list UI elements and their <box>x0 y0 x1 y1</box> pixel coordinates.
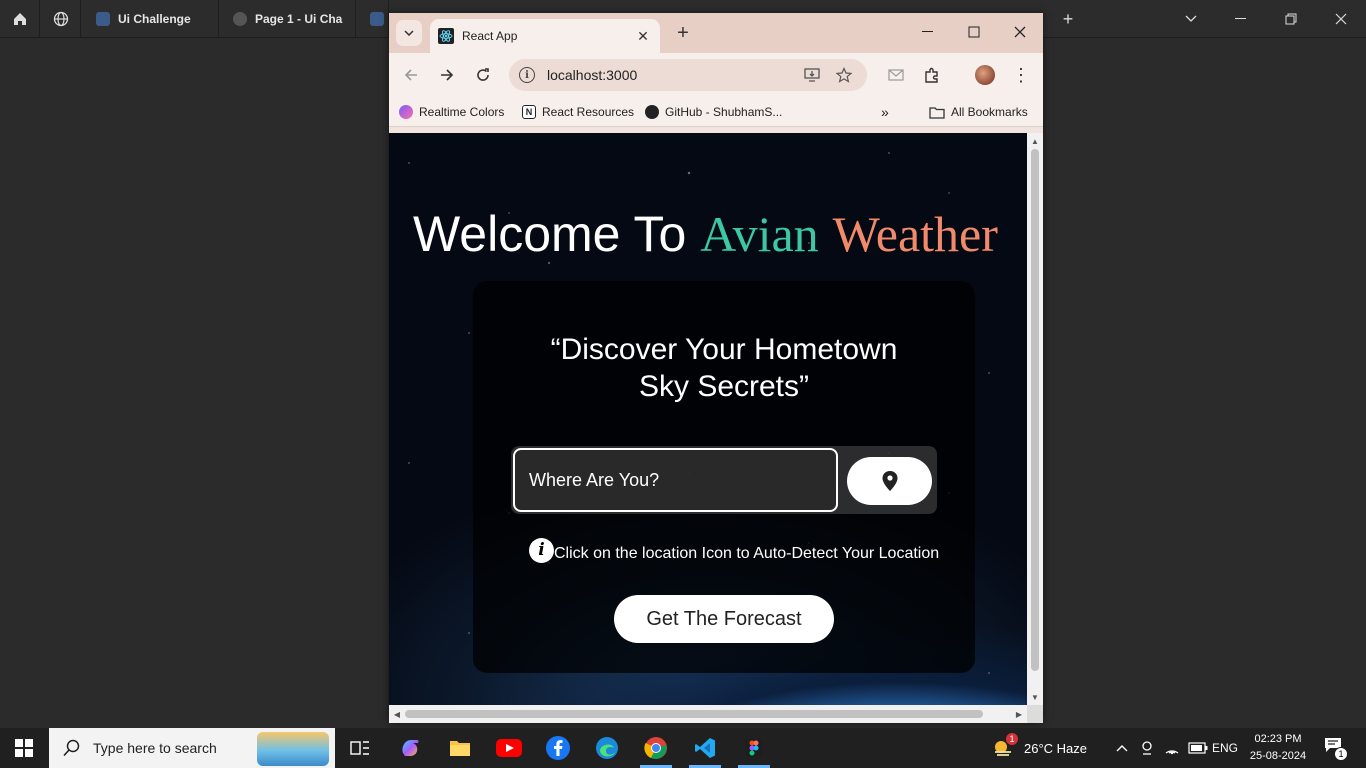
chrome-taskbar-icon[interactable] <box>632 728 680 768</box>
brand-weather: Weather <box>832 206 998 262</box>
scroll-up-arrow[interactable]: ▲ <box>1027 133 1043 149</box>
close-window-icon[interactable] <box>997 13 1043 51</box>
bookmark-react-resources[interactable]: N React Resources <box>522 103 634 121</box>
youtube-icon[interactable] <box>485 728 533 768</box>
extensions-icon[interactable] <box>921 64 943 86</box>
figma-file-icon <box>96 12 110 26</box>
figma-file-icon <box>370 12 384 26</box>
home-icon[interactable] <box>0 0 40 38</box>
edge-icon[interactable] <box>583 728 631 768</box>
search-highlight-image <box>257 732 329 766</box>
more-bookmarks-icon[interactable]: » <box>881 103 889 121</box>
folder-icon <box>929 106 945 119</box>
auto-detect-hint: i Click on the location Icon to Auto-Det… <box>529 537 939 563</box>
install-app-icon[interactable] <box>803 66 821 84</box>
wifi-icon[interactable] <box>1164 728 1180 768</box>
back-arrow-icon[interactable] <box>399 63 423 87</box>
bg-tab-ui-challenge[interactable]: Ui Challenge <box>82 0 219 38</box>
vscode-icon[interactable] <box>681 728 729 768</box>
maximize-icon[interactable] <box>951 13 997 51</box>
weather-haze-icon: 1 <box>992 733 1018 759</box>
welcome-prefix: Welcome To <box>413 206 687 262</box>
bookmark-github[interactable]: GitHub - ShubhamS... <box>645 103 782 121</box>
tagline: “Discover Your Hometown Sky Secrets” <box>550 333 898 403</box>
minimize-icon[interactable] <box>1216 0 1266 38</box>
tab-title: React App <box>462 29 518 43</box>
react-icon <box>438 28 454 44</box>
tab-react-app[interactable]: React App ✕ <box>430 19 660 53</box>
tab-strip: React App ✕ + <box>389 13 1043 53</box>
page-title: Welcome To Avian Weather <box>413 205 998 263</box>
scroll-right-arrow[interactable]: ▶ <box>1011 705 1027 723</box>
forward-arrow-icon[interactable] <box>435 63 459 87</box>
windows-start-icon[interactable] <box>0 728 48 768</box>
get-forecast-button[interactable]: Get The Forecast <box>614 595 834 643</box>
url-text[interactable]: localhost:3000 <box>547 67 803 83</box>
chevron-down-icon[interactable] <box>1166 0 1216 38</box>
language-indicator[interactable]: ENG <box>1212 728 1238 768</box>
site-info-icon[interactable]: i <box>519 67 535 83</box>
scroll-down-arrow[interactable]: ▼ <box>1027 689 1043 705</box>
bookmark-all-bookmarks[interactable]: All Bookmarks <box>929 103 1028 121</box>
location-search-input[interactable] <box>513 448 838 512</box>
close-icon[interactable] <box>1316 0 1366 38</box>
restore-icon[interactable] <box>1266 0 1316 38</box>
brand-avian: Avian <box>700 206 819 262</box>
vertical-scroll-thumb[interactable] <box>1031 149 1039 671</box>
search-icon <box>63 739 80 757</box>
bg-tab-more[interactable] <box>356 0 389 38</box>
browser-window: React App ✕ + i localhost:3000 ⋮ Realtim… <box>389 13 1043 723</box>
meet-now-icon[interactable] <box>1140 728 1154 768</box>
detect-location-button[interactable] <box>847 457 932 505</box>
taskbar-search[interactable]: Type here to search <box>49 728 335 768</box>
minimize-icon[interactable] <box>905 13 951 51</box>
horizontal-scroll-thumb[interactable] <box>405 710 983 718</box>
weather-widget[interactable]: 1 26°C Haze <box>992 728 1087 768</box>
notion-icon: N <box>522 105 536 119</box>
reload-icon[interactable] <box>471 63 495 87</box>
battery-icon[interactable] <box>1188 728 1208 768</box>
copilot-icon[interactable] <box>386 728 434 768</box>
info-icon: i <box>529 537 554 563</box>
location-pin-icon <box>882 471 897 491</box>
search-group <box>511 446 937 514</box>
menu-kebab-icon[interactable]: ⋮ <box>1010 64 1032 86</box>
file-explorer-icon[interactable] <box>436 728 484 768</box>
notification-center-icon[interactable]: 1 <box>1324 728 1348 768</box>
github-icon <box>645 105 659 119</box>
address-bar[interactable]: i localhost:3000 <box>509 59 867 91</box>
scrollbar-corner <box>1027 705 1043 723</box>
add-tab-icon[interactable]: + <box>1043 0 1093 38</box>
bookmark-realtime-colors[interactable]: Realtime Colors <box>399 103 504 121</box>
figma-icon[interactable] <box>730 728 778 768</box>
globe-icon[interactable] <box>41 0 81 38</box>
tab-search-button[interactable] <box>396 20 422 46</box>
search-card: “Discover Your Hometown Sky Secrets” i C… <box>473 281 975 673</box>
mail-icon[interactable] <box>885 64 907 86</box>
tab-close-icon[interactable]: ✕ <box>634 28 652 45</box>
scroll-left-arrow[interactable]: ◀ <box>389 705 405 723</box>
facebook-icon[interactable] <box>534 728 582 768</box>
system-clock[interactable]: 02:23 PM 25-08-2024 <box>1240 731 1316 765</box>
page-viewport: Welcome To Avian Weather “Discover Your … <box>389 133 1027 705</box>
task-view-icon[interactable] <box>336 728 384 768</box>
bg-tab-page1[interactable]: Page 1 - Ui Cha <box>219 0 356 38</box>
show-hidden-icons-chevron[interactable] <box>1116 728 1128 768</box>
new-tab-icon[interactable]: + <box>671 21 695 45</box>
windows-taskbar: Type here to search 1 26°C Haze ENG 02:2… <box>0 728 1366 768</box>
bookmarks-bar: Realtime Colors N React Resources GitHub… <box>389 97 1043 127</box>
vertical-scrollbar[interactable]: ▲ ▼ <box>1027 133 1043 705</box>
realtime-colors-icon <box>399 105 413 119</box>
bookmark-star-icon[interactable] <box>835 66 853 84</box>
play-icon <box>233 12 247 26</box>
horizontal-scrollbar[interactable]: ◀ ▶ <box>389 705 1027 723</box>
profile-avatar[interactable] <box>975 65 995 85</box>
browser-toolbar: i localhost:3000 ⋮ <box>389 53 1043 97</box>
